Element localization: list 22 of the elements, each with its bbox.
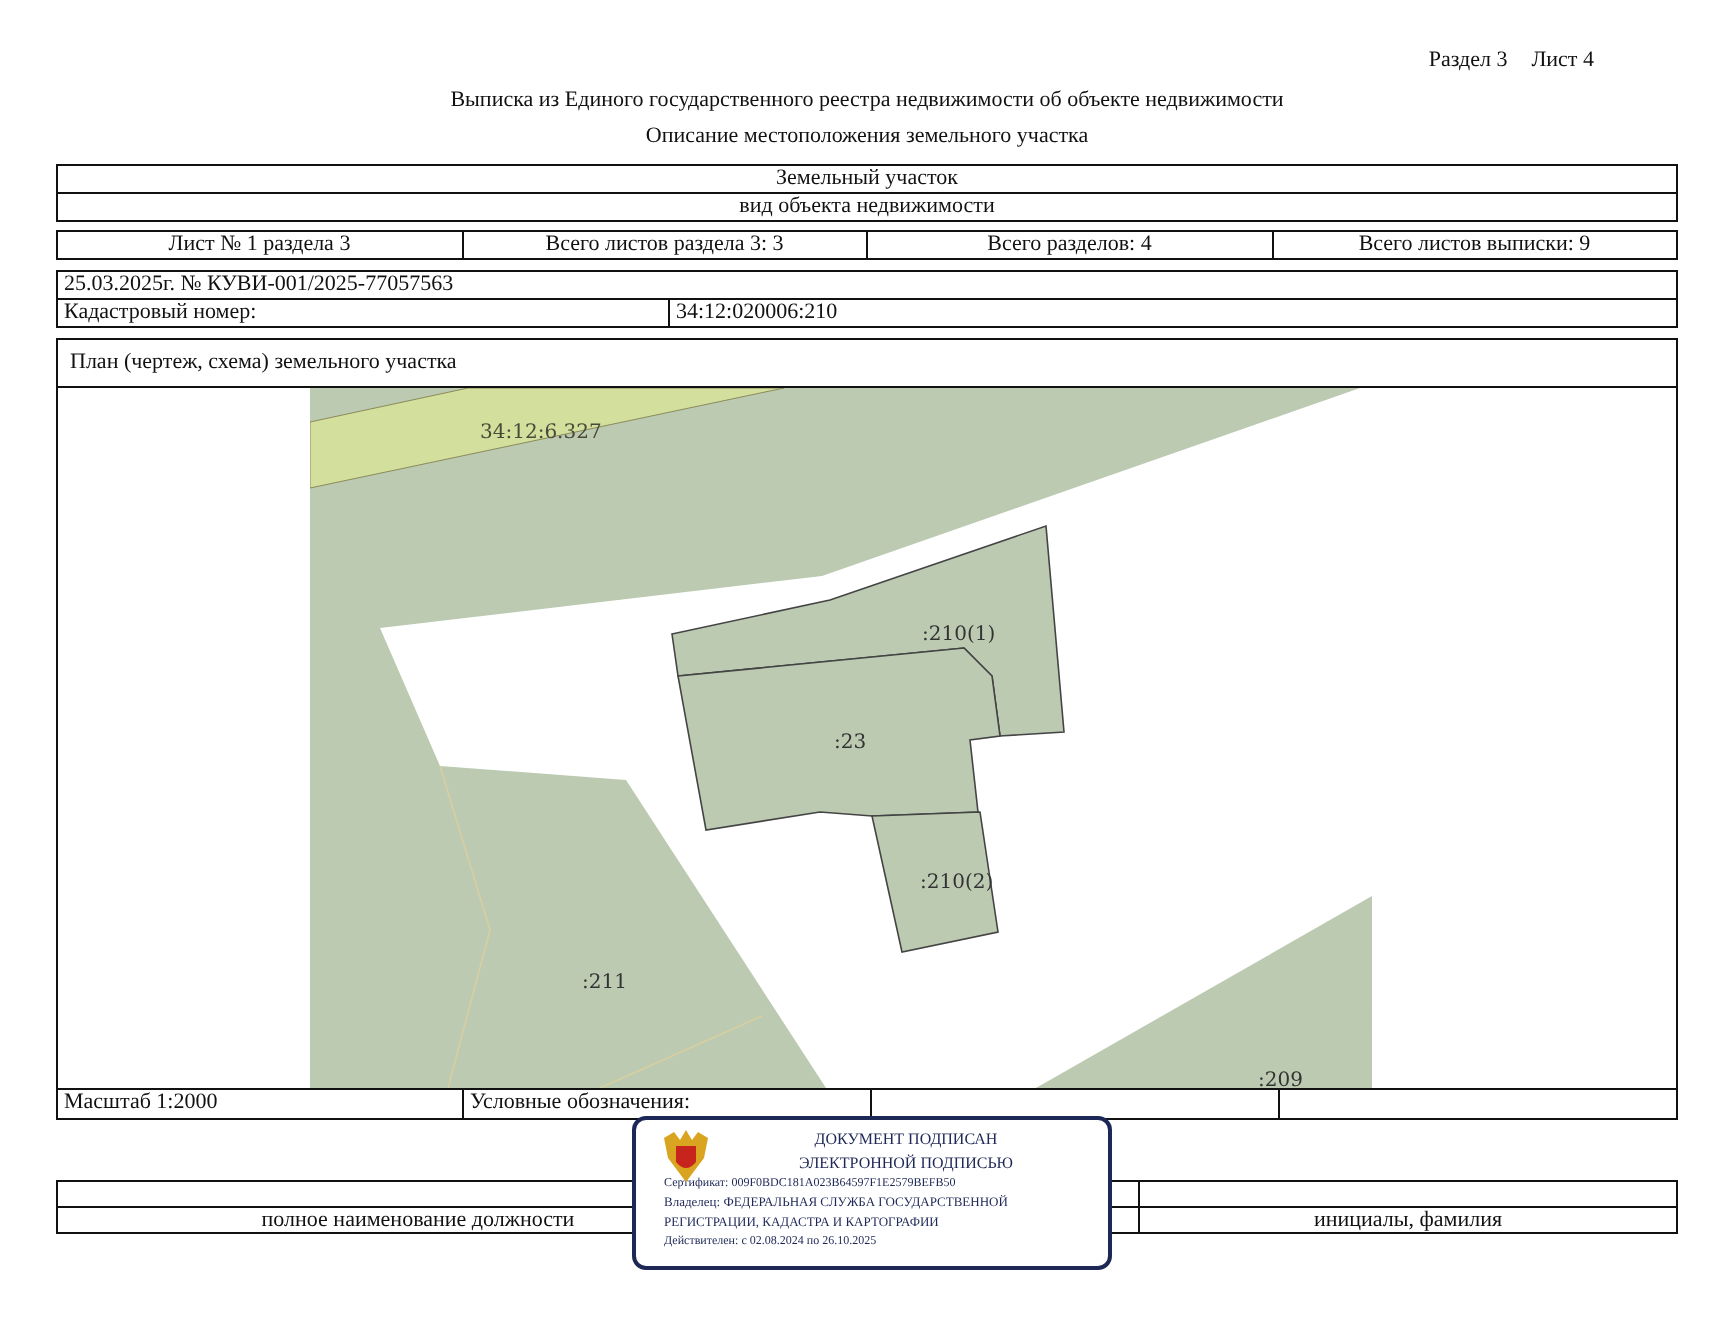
name-caption: инициалы, фамилия <box>1311 1208 1505 1232</box>
document-title: Выписка из Единого государственного реестра недвижимости об объекте недвижимости <box>448 86 1286 116</box>
sheet-info-cell: Всего разделов: 4 <box>866 232 1271 258</box>
stamp-heading: ЭЛЕКТРОННОЙ ПОДПИСЬЮ <box>796 1152 1016 1176</box>
cadastral-number-label: Кадастровый номер: <box>62 300 259 326</box>
cadastral-number-value: 34:12:020006:210 <box>668 300 1676 326</box>
sheet-info-cell-text: Лист № 1 раздела 3 <box>166 232 353 258</box>
parcel-label: :210(1) <box>922 624 996 646</box>
object-type-caption: вид объекта недвижимости <box>737 194 997 220</box>
scale-label: Масштаб 1:2000 <box>62 1090 220 1118</box>
sheet-label: Лист 4 <box>1531 48 1594 76</box>
document-subtitle: Описание местоположения земельного участка <box>643 122 1091 152</box>
object-type-value: Земельный участок <box>774 166 960 192</box>
section-label: Раздел 3 <box>1428 48 1508 76</box>
sheet-info-cell: Всего листов раздела 3: 3 <box>461 232 866 258</box>
parcel-label: 34:12:6.327 <box>480 422 602 444</box>
sheet-info-cell: Всего листов выписки: 9 <box>1271 232 1676 258</box>
parcel-label: :209 <box>1258 1070 1303 1088</box>
parcel-label: :211 <box>582 972 627 994</box>
document-number: 25.03.2025г. № КУВИ-001/2025-77057563 <box>62 272 456 298</box>
parcel-label: :23 <box>834 732 867 754</box>
stamp-heading: ДОКУМЕНТ ПОДПИСАН <box>812 1128 1000 1152</box>
